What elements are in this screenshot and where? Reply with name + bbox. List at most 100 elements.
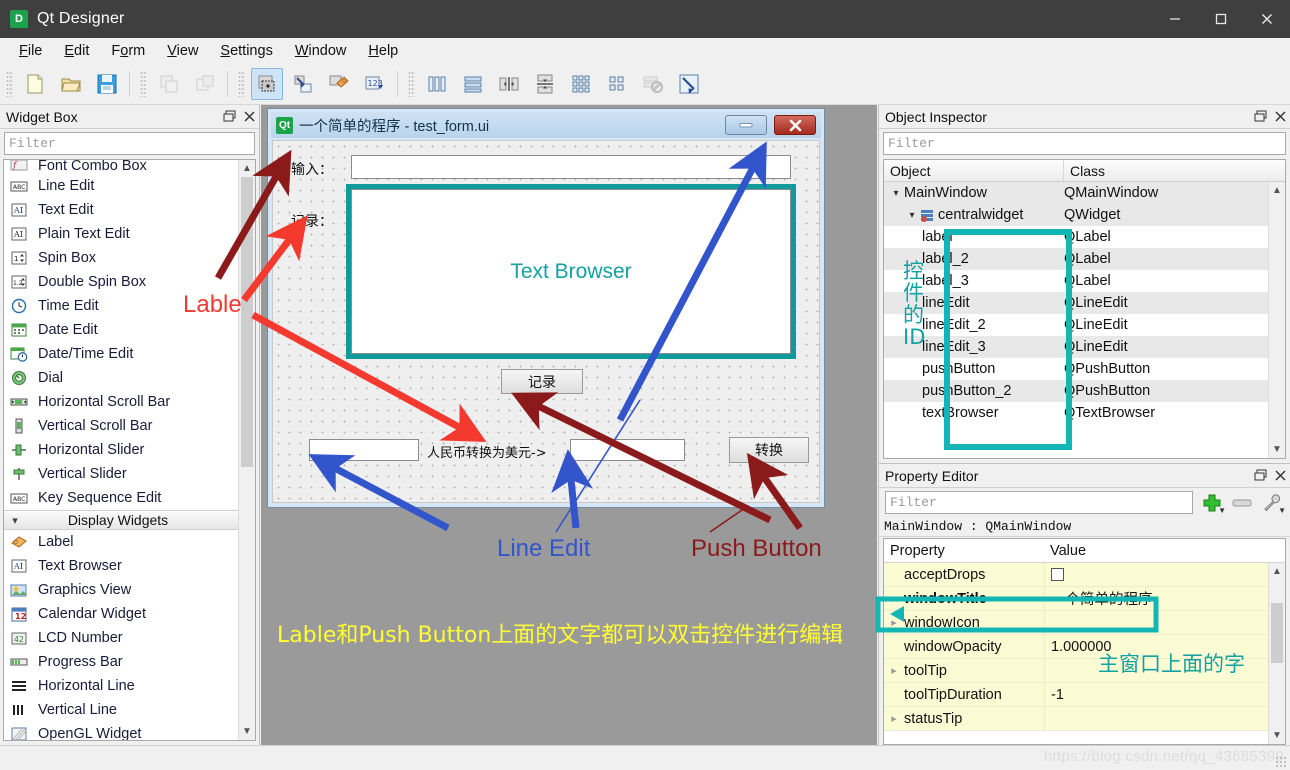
object-inspector-filter-input[interactable]: Filter xyxy=(883,132,1286,155)
property-value[interactable]: -1 xyxy=(1044,683,1268,707)
edit-signals-slots-icon[interactable] xyxy=(287,68,319,100)
configure-icon[interactable]: ▼ xyxy=(1257,490,1287,516)
form-convert-button[interactable]: 转换 xyxy=(729,437,809,463)
toolbar-grip-3[interactable] xyxy=(238,71,245,97)
form-close-button[interactable] xyxy=(774,115,816,135)
widget-item-calendar-widget[interactable]: 12 Calendar Widget xyxy=(4,602,238,626)
widget-item-horizontal-line[interactable]: Horizontal Line xyxy=(4,674,238,698)
widget-box-filter-input[interactable]: Filter xyxy=(4,132,255,155)
scroll-down-icon[interactable]: ▼ xyxy=(1269,727,1285,744)
form-canvas[interactable]: Qt 一个简单的程序 - test_form.ui 输入： 记录： Text B… xyxy=(261,105,877,745)
table-row[interactable]: lineEdit_2 QLineEdit xyxy=(884,314,1268,336)
maximize-icon[interactable] xyxy=(1198,0,1244,38)
menu-form[interactable]: Form xyxy=(100,41,156,61)
table-row[interactable]: label_2 QLabel xyxy=(884,248,1268,270)
widget-item-date-edit[interactable]: Date Edit xyxy=(4,318,238,342)
chevron-right-icon[interactable]: ▸ xyxy=(884,712,904,725)
property-row-statustip[interactable]: ▸ statusTip xyxy=(884,707,1268,731)
accept-drops-checkbox[interactable] xyxy=(1051,568,1064,581)
widget-item-spin-box[interactable]: 1 Spin Box xyxy=(4,246,238,270)
scroll-down-icon[interactable]: ▼ xyxy=(1269,441,1285,458)
widget-item-horizontal-slider[interactable]: Horizontal Slider xyxy=(4,438,238,462)
close-icon[interactable] xyxy=(1270,107,1290,127)
column-header-class[interactable]: Class xyxy=(1064,160,1285,181)
adjust-size-icon[interactable] xyxy=(673,68,705,100)
widget-item-graphics-view[interactable]: Graphics View xyxy=(4,578,238,602)
add-property-icon[interactable]: ▼ xyxy=(1197,490,1227,516)
scroll-up-icon[interactable]: ▲ xyxy=(1269,182,1285,199)
table-row[interactable]: textBrowser QTextBrowser xyxy=(884,402,1268,424)
form-lineedit-1[interactable] xyxy=(351,155,791,179)
chevron-down-icon[interactable]: ▾ xyxy=(904,210,920,221)
widget-item-opengl-widget[interactable]: OpenGL Widget xyxy=(4,722,238,741)
form-lineedit-2[interactable] xyxy=(309,439,419,461)
form-minimize-button[interactable] xyxy=(725,115,767,135)
resize-grip[interactable] xyxy=(1275,756,1287,768)
property-row-acceptdrops[interactable]: acceptDrops xyxy=(884,563,1268,587)
float-icon[interactable] xyxy=(219,107,239,127)
column-header-property[interactable]: Property xyxy=(884,539,1044,562)
layout-vertically-icon[interactable] xyxy=(457,68,489,100)
form-window[interactable]: Qt 一个简单的程序 - test_form.ui 输入： 记录： Text B… xyxy=(267,108,825,508)
scrollbar-thumb[interactable] xyxy=(241,177,253,467)
menu-settings[interactable]: Settings xyxy=(209,41,283,61)
property-value[interactable] xyxy=(1044,611,1268,635)
menu-view[interactable]: View xyxy=(156,41,209,61)
layout-grid-icon[interactable] xyxy=(565,68,597,100)
layout-splitter-horizontal-icon[interactable] xyxy=(493,68,525,100)
scroll-down-icon[interactable]: ▼ xyxy=(239,723,255,740)
chevron-right-icon[interactable]: ▸ xyxy=(884,664,904,677)
form-label-record[interactable]: 记录： xyxy=(291,211,333,231)
new-form-icon[interactable] xyxy=(19,68,51,100)
form-record-button[interactable]: 记录 xyxy=(501,369,583,394)
table-row[interactable]: label_3 QLabel xyxy=(884,270,1268,292)
chevron-right-icon[interactable]: ▸ xyxy=(884,592,904,605)
form-label-convert[interactable]: 人民币转换为美元-> xyxy=(427,442,547,461)
column-header-value[interactable]: Value xyxy=(1044,539,1285,562)
table-row[interactable]: label QLabel xyxy=(884,226,1268,248)
widget-item-horizontal-scroll-bar[interactable]: Horizontal Scroll Bar xyxy=(4,390,238,414)
widget-item-text-browser[interactable]: AI Text Browser xyxy=(4,554,238,578)
scrollbar-thumb[interactable] xyxy=(1271,603,1283,663)
chevron-down-icon[interactable]: ▾ xyxy=(888,188,904,199)
close-icon[interactable] xyxy=(1244,0,1290,38)
widget-item-vertical-scroll-bar[interactable]: Vertical Scroll Bar xyxy=(4,414,238,438)
float-icon[interactable] xyxy=(1250,466,1270,486)
property-table-scrollbar[interactable]: ▲ ▼ xyxy=(1268,563,1285,744)
edit-buddies-icon[interactable] xyxy=(323,68,355,100)
widget-item-date-time-edit[interactable]: Date/Time Edit xyxy=(4,342,238,366)
property-value[interactable]: 一个简单的程序 xyxy=(1044,587,1268,611)
save-form-icon[interactable] xyxy=(91,68,123,100)
menu-edit[interactable]: Edit xyxy=(53,41,100,61)
form-text-browser[interactable]: Text Browser xyxy=(351,189,791,354)
form-label-input[interactable]: 输入： xyxy=(291,159,333,179)
close-icon[interactable] xyxy=(1270,466,1290,486)
layout-form-icon[interactable] xyxy=(601,68,633,100)
toolbar-grip-2[interactable] xyxy=(140,71,147,97)
widget-item-line-edit[interactable]: ABC Line Edit xyxy=(4,174,238,198)
property-row-windowicon[interactable]: ▸ windowIcon xyxy=(884,611,1268,635)
widget-item-key-sequence-edit[interactable]: ABC Key Sequence Edit xyxy=(4,486,238,510)
widget-item-progress-bar[interactable]: Progress Bar xyxy=(4,650,238,674)
property-row-tooltipduration[interactable]: toolTipDuration -1 xyxy=(884,683,1268,707)
property-editor-filter-input[interactable]: Filter xyxy=(885,491,1193,514)
property-value[interactable] xyxy=(1044,707,1268,731)
table-row[interactable]: ▾ MainWindow QMainWindow xyxy=(884,182,1268,204)
float-icon[interactable] xyxy=(1250,107,1270,127)
widget-item-text-edit[interactable]: AI Text Edit xyxy=(4,198,238,222)
scroll-up-icon[interactable]: ▲ xyxy=(239,160,255,177)
table-row[interactable]: pushButton QPushButton xyxy=(884,358,1268,380)
widget-item-font-combo-box[interactable]: f Font Combo Box xyxy=(4,160,238,174)
widget-item-lcd-number[interactable]: 42 LCD Number xyxy=(4,626,238,650)
scroll-up-icon[interactable]: ▲ xyxy=(1269,563,1285,580)
widget-box-scrollbar[interactable]: ▲ ▼ xyxy=(238,160,255,740)
table-row[interactable]: lineEdit_3 QLineEdit xyxy=(884,336,1268,358)
close-icon[interactable] xyxy=(239,107,259,127)
column-header-object[interactable]: Object xyxy=(884,160,1064,181)
minimize-icon[interactable] xyxy=(1152,0,1198,38)
property-row-windowtitle[interactable]: ▸ windowTitle 一个简单的程序 xyxy=(884,587,1268,611)
edit-tab-order-icon[interactable]: 123 xyxy=(359,68,391,100)
table-row[interactable]: lineEdit QLineEdit xyxy=(884,292,1268,314)
toolbar-grip-4[interactable] xyxy=(408,71,415,97)
edit-widgets-icon[interactable] xyxy=(251,68,283,100)
